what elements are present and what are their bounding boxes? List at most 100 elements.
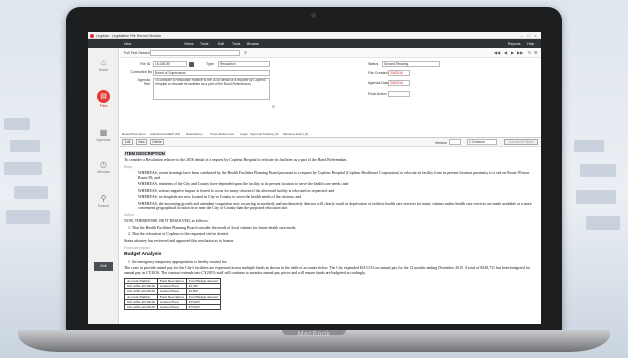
tab-note-history[interactable]: Note/History (186, 132, 203, 137)
version-label: Version (435, 140, 447, 145)
main-panel: Full Text Search ⚲ ◀◀ ◀ ▶ ▶▶ ↻ ⚙ File ID… (120, 48, 541, 324)
table-header: Total Budget Amount (185, 277, 221, 285)
close-icon[interactable]: × (533, 33, 538, 38)
prev-record-icon[interactable]: ◀ (504, 50, 507, 55)
type-select[interactable]: Resolution (218, 61, 270, 67)
background-keyboard-key (574, 140, 604, 152)
version-select[interactable] (449, 139, 461, 145)
whereas-paragraph: WHEREAS, residents of the City and Count… (138, 182, 349, 187)
table-row: 010-4200-410.80-00 General Fund $75,000 (124, 304, 221, 311)
sidebar-item-minutes[interactable]: ◷ Minutes (88, 160, 119, 174)
file-id-input[interactable]: 15-026-90 (153, 61, 187, 67)
tab-approval-tracking[interactable]: Approval Tracking (3) (250, 132, 279, 137)
search-icon: ⚲ (100, 194, 107, 203)
full-text-search-label: Full Text Search (124, 51, 150, 55)
tab-report-text-items[interactable]: Report/Text Items (122, 132, 146, 137)
file-id-label: File ID (140, 62, 151, 66)
menu-item-tools-2[interactable]: Tools (232, 42, 240, 46)
controlled-by-select[interactable]: Board of Supervisors (153, 70, 270, 76)
title-bar: Legistar - Legislative File Record Modul… (88, 32, 541, 39)
home-icon: ⌂ (101, 58, 106, 67)
budget-point: 1. An emergency temporary appropriation … (128, 259, 228, 264)
edit-button[interactable]: Edit (122, 139, 133, 145)
menu-item-tools[interactable]: Tools (200, 42, 208, 46)
status-label: Status (368, 62, 379, 66)
action-label: Action (124, 213, 134, 218)
tab-meeting-history[interactable]: Meeting History (3) (283, 132, 308, 137)
columns-select[interactable]: 2 Columns (467, 139, 497, 145)
background-keyboard-key (10, 140, 40, 152)
section-heading-text: ITEM DESCRIPTION (124, 151, 166, 156)
agenda-date-label: Agenda Date (368, 81, 389, 85)
new-button[interactable]: New (136, 139, 147, 145)
menu-item-reports[interactable]: Reports (508, 42, 521, 46)
maximize-icon[interactable]: □ (526, 33, 531, 38)
action-bar: Edit New Delete Version 2 Columns Conver… (120, 138, 541, 147)
resolution-item: 1. That the Health Facilities Planning B… (128, 225, 297, 230)
budget-table: Account Number Fund Description Total Bu… (124, 277, 221, 311)
sidebar-item-label: Home (98, 68, 109, 72)
table-cell: General Fund (156, 304, 187, 311)
window-title: Legistar - Legislative File Record Modul… (96, 33, 162, 38)
menu-item-browse[interactable]: Browse (247, 42, 259, 46)
table-cell: 010-4200-410.80-00 (124, 283, 158, 290)
section-heading: ITEM DESCRIPTION (124, 151, 537, 156)
resolution-item: 2. That the relocation of Copleno to the… (128, 232, 229, 237)
exit-button[interactable]: Exit (94, 262, 113, 271)
first-record-icon[interactable]: ◀◀ (494, 50, 500, 55)
table-cell: 010-4760-410.80-00 (124, 288, 158, 295)
next-record-icon[interactable]: ▶ (511, 50, 514, 55)
delete-button[interactable]: Delete (150, 139, 164, 145)
agenda-title-input[interactable]: To consider a Resolution relative to the… (153, 78, 270, 100)
whereas-paragraph: WHEREAS, recent hearings have been condu… (138, 170, 530, 180)
tab-cross-references[interactable]: Cross-References (210, 132, 234, 137)
menu-item-help[interactable]: Help (527, 42, 534, 46)
menu-item-edit[interactable]: Edit (218, 42, 224, 46)
minimize-icon[interactable]: – (519, 33, 524, 38)
final-action-label: Final Action (368, 92, 387, 96)
agenda-date-input[interactable]: 3/6/2016 (388, 80, 410, 86)
tab-legal[interactable]: Legal (240, 132, 247, 137)
full-text-search-input[interactable] (150, 50, 240, 56)
intro-text: To consider a Resolution relative to the… (124, 157, 348, 162)
menu-item-views[interactable]: Views (184, 42, 194, 46)
status-select[interactable]: Second Reading (382, 61, 440, 67)
table-header: Fund Description (156, 277, 187, 285)
table-cell: $75,000 (185, 304, 221, 311)
sidebar-item-files[interactable]: ▤ Files (88, 90, 119, 108)
screen: Legistar - Legislative File Record Modul… (88, 32, 541, 324)
search-go-icon[interactable]: ⚲ (244, 50, 247, 55)
sidebar-item-label: Minutes (97, 170, 110, 174)
tab-attachments[interactable]: Attachments/SEM (15) (150, 132, 180, 137)
background-keyboard-key (4, 118, 30, 130)
document-body: ITEM DESCRIPTION To consider a Resolutio… (120, 149, 541, 324)
table-row: Account Number Fund Description Total Bu… (124, 277, 221, 285)
search-toolbar: Full Text Search ⚲ ◀◀ ◀ ▶ ▶▶ ↻ ⚙ (120, 48, 541, 58)
agenda-title-lookup-icon[interactable]: ⚲ (272, 104, 275, 109)
sidebar-item-label: Files (99, 104, 108, 108)
table-cell: Total Budget Amount (185, 293, 221, 300)
refresh-icon[interactable]: ↻ (528, 50, 531, 55)
sidebar-item-agendas[interactable]: ▦ Agendas (88, 128, 119, 142)
sidebar-item-home[interactable]: ⌂ Home (88, 58, 119, 72)
whereas-paragraph: WHEREAS, no hospitals are now located in… (138, 195, 302, 200)
final-action-input[interactable] (388, 91, 410, 97)
body-label: Body (124, 164, 133, 169)
files-icon: ▤ (97, 90, 110, 103)
sidebar-item-search[interactable]: ⚲ Search (88, 194, 119, 208)
app-logo-icon (90, 33, 94, 38)
laptop-brand: MacBook (297, 331, 331, 338)
controlled-by-label: Controlled By (130, 70, 152, 74)
sidebar-item-label: Search (97, 204, 110, 208)
menu-item-new[interactable]: New (124, 42, 131, 46)
menu-bar: New Views Tools Edit Tools Browse Report… (88, 39, 541, 48)
file-id-lookup-icon[interactable] (189, 61, 194, 67)
background-keyboard-key (586, 216, 620, 230)
file-created-input[interactable]: 3/6/2016 (388, 70, 410, 76)
table-cell: Fund Description (156, 293, 187, 300)
table-cell: 010-4200-410.80-00 (124, 304, 158, 311)
convert-to-word-button[interactable]: Convert to Word (504, 139, 538, 145)
settings-icon[interactable]: ⚙ (534, 50, 538, 55)
last-record-icon[interactable]: ▶▶ (517, 50, 523, 55)
file-created-label: File Created (368, 71, 388, 75)
